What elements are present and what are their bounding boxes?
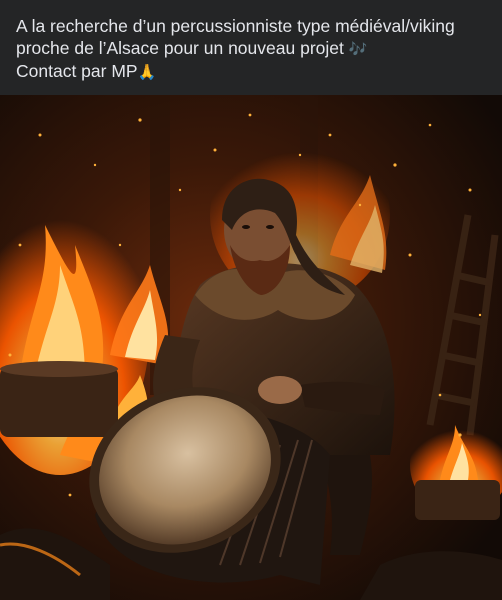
folded-hands-icon: 🙏 — [137, 63, 157, 81]
post-caption: A la recherche d’un percussionniste type… — [0, 0, 502, 95]
music-notes-icon: 🎶 — [348, 40, 368, 58]
caption-line-1: A la recherche d’un percussionniste type… — [16, 16, 455, 36]
post-image[interactable] — [0, 95, 502, 600]
fire-right — [410, 415, 502, 520]
post-card: A la recherche d’un percussionniste type… — [0, 0, 502, 600]
caption-line-3-text: Contact par MP — [16, 61, 138, 81]
caption-line-2-text: proche de l’Alsace pour un nouveau proje… — [16, 38, 344, 58]
caption-line-3: Contact par MP🙏 — [16, 60, 488, 83]
viking-drummer-illustration — [0, 95, 502, 600]
barrel-left — [0, 367, 118, 437]
caption-line-2: proche de l’Alsace pour un nouveau proje… — [16, 37, 488, 60]
